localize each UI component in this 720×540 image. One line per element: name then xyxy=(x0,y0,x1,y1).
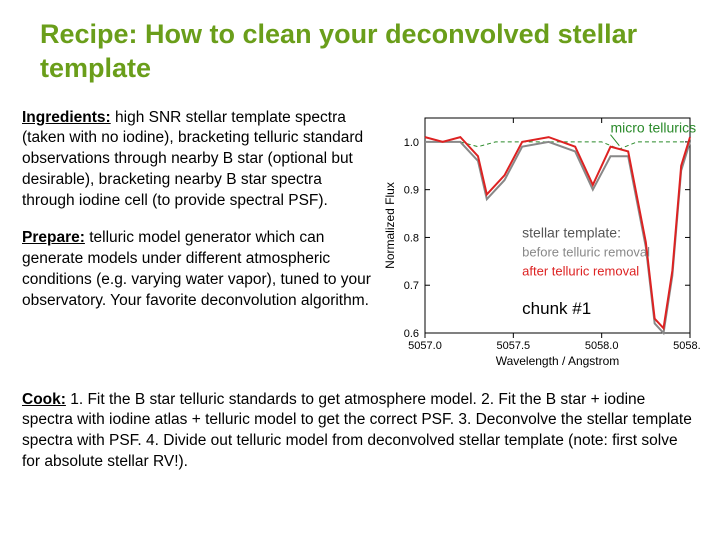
after-label: after telluric removal xyxy=(522,263,639,278)
micro-tellurics-label: micro tellurics xyxy=(611,119,697,135)
left-text-column: Ingredients: high SNR stellar template s… xyxy=(22,108,372,378)
svg-text:5057.5: 5057.5 xyxy=(497,340,531,352)
cook-text: 1. Fit the B star telluric standards to … xyxy=(22,391,692,471)
prepare-label: Prepare: xyxy=(22,229,85,246)
chunk-label: chunk #1 xyxy=(522,298,591,317)
svg-text:0.6: 0.6 xyxy=(404,328,419,340)
svg-text:5058.0: 5058.0 xyxy=(585,340,619,352)
ingredients-paragraph: Ingredients: high SNR stellar template s… xyxy=(22,108,372,213)
svg-text:0.7: 0.7 xyxy=(404,280,419,292)
spectrum-chart: 5057.0 5057.5 5058.0 5058.5 0.6 0.7 0.8 0.9 1.0 W… xyxy=(380,108,700,378)
ingredients-label: Ingredients: xyxy=(22,109,111,126)
svg-text:0.8: 0.8 xyxy=(404,232,419,244)
svg-text:1.0: 1.0 xyxy=(404,136,419,148)
cook-paragraph: Cook: 1. Fit the B star telluric standar… xyxy=(22,390,698,474)
svg-text:Normalized Flux: Normalized Flux xyxy=(383,182,397,269)
svg-text:5057.0: 5057.0 xyxy=(408,340,442,352)
before-label: before telluric removal xyxy=(522,244,650,259)
prepare-paragraph: Prepare: telluric model generator which … xyxy=(22,228,372,312)
svg-text:0.9: 0.9 xyxy=(404,184,419,196)
cook-label: Cook: xyxy=(22,391,66,408)
slide-title: Recipe: How to clean your deconvolved st… xyxy=(40,18,698,86)
svg-text:5058.5: 5058.5 xyxy=(673,340,700,352)
stellar-template-label: stellar template: xyxy=(522,224,621,240)
svg-text:Wavelength / Angstrom: Wavelength / Angstrom xyxy=(496,354,620,368)
